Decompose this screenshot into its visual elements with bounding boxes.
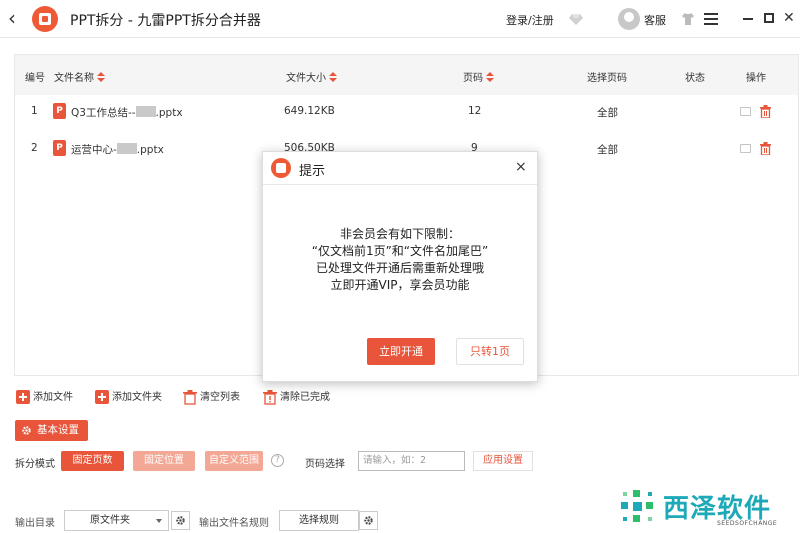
dialog-header: 提示 ×: [263, 152, 537, 185]
open-vip-button[interactable]: 立即开通: [367, 338, 435, 365]
service-avatar-icon[interactable]: [618, 8, 640, 30]
dialog-line: “仅文档前1页”和“文件名加尾巴”: [311, 244, 489, 258]
sort-icon[interactable]: [97, 72, 105, 82]
dialog-line: 立即开通VIP，享会员功能: [330, 278, 470, 292]
login-register-link[interactable]: 登录/注册: [506, 12, 554, 28]
maximize-icon[interactable]: [764, 13, 774, 23]
header-action: 操作: [746, 73, 766, 84]
add-folder-button[interactable]: 添加文件夹: [95, 388, 162, 406]
sort-icon[interactable]: [486, 72, 494, 82]
dialog-logo-icon: [271, 158, 291, 178]
dialog-line: 非会员会有如下限制：: [339, 227, 460, 241]
output-dir-label: 输出目录: [15, 518, 55, 529]
ppt-file-icon: P: [53, 103, 66, 119]
file-actions-bar: 添加文件 添加文件夹 清空列表 清除已完成: [16, 388, 416, 406]
watermark-dots-icon: [621, 490, 653, 522]
row-pages: 12: [468, 105, 482, 117]
back-arrow-icon[interactable]: ‹: [8, 8, 24, 28]
menu-icon[interactable]: [704, 13, 718, 25]
watermark-subtext: SEEDSOFCHANGE: [717, 520, 778, 527]
mode-fixed-pages-button[interactable]: 固定页数: [61, 451, 124, 471]
row-select-pages[interactable]: 全部: [597, 105, 618, 120]
table-header: 编号 文件名称 文件大小 页码 选择页码 状态 操作: [15, 55, 798, 95]
app-logo: [32, 6, 58, 32]
trash-icon: [183, 389, 197, 405]
delete-trash-icon[interactable]: [760, 105, 771, 118]
table-row[interactable]: 1 P Q3工作总结-- .pptx 649.12KB 12 全部: [15, 95, 798, 129]
app-title: PPT拆分 - 九雷PPT拆分合并器: [70, 13, 261, 29]
header-select-pages: 选择页码: [587, 73, 627, 84]
rule-settings-button[interactable]: [359, 511, 378, 530]
output-dir-select[interactable]: 原文件夹: [64, 510, 169, 531]
skin-shirt-icon[interactable]: [681, 12, 695, 26]
customer-service-link[interactable]: 客服: [644, 12, 666, 28]
row-size: 649.12KB: [284, 105, 335, 117]
mode-fixed-position-button[interactable]: 固定位置: [133, 451, 195, 471]
output-row: 输出目录 原文件夹 输出文件名规则 选择规则: [15, 510, 595, 532]
select-rule-button[interactable]: 选择规则: [279, 510, 359, 531]
row-index: 1: [31, 105, 38, 117]
basic-settings-button[interactable]: 基本设置: [15, 420, 88, 441]
add-folder-icon: [95, 390, 109, 404]
chevron-down-icon: [156, 519, 162, 523]
vip-diamond-icon[interactable]: [569, 12, 583, 26]
row-filename: Q3工作总结-- .pptx: [71, 106, 183, 119]
vip-limit-dialog: 提示 × 非会员会有如下限制： “仅文档前1页”和“文件名加尾巴” 已处理文件开…: [262, 151, 538, 382]
dialog-title: 提示: [299, 164, 326, 179]
row-filename: 运营中心- .pptx: [71, 143, 164, 156]
page-select-input[interactable]: 请输入，如：2: [358, 451, 465, 471]
dialog-line: 已处理文件开通后需重新处理哦: [315, 261, 484, 275]
header-index: 编号: [25, 73, 45, 84]
header-pages[interactable]: 页码: [463, 69, 494, 84]
window-close-icon[interactable]: ✕: [783, 11, 795, 25]
gear-icon: [22, 426, 31, 435]
minimize-icon[interactable]: [743, 18, 753, 20]
add-file-button[interactable]: 添加文件: [16, 388, 73, 406]
output-dir-settings-button[interactable]: [171, 511, 190, 530]
sort-icon[interactable]: [329, 72, 337, 82]
header-status: 状态: [685, 73, 705, 84]
page-select-label: 页码选择: [305, 459, 345, 470]
gear-icon: [176, 516, 185, 525]
header-name[interactable]: 文件名称: [54, 69, 105, 84]
apply-settings-button[interactable]: 应用设置: [473, 451, 533, 471]
filename-rule-label: 输出文件名规则: [199, 518, 269, 529]
row-index: 2: [31, 142, 38, 154]
clear-done-button[interactable]: 清除已完成: [263, 388, 330, 406]
trash-done-icon: [263, 389, 277, 405]
gear-icon: [364, 516, 373, 525]
help-icon[interactable]: ?: [271, 454, 284, 467]
add-file-icon: [16, 390, 30, 404]
open-folder-icon[interactable]: [740, 144, 751, 153]
watermark-logo: 西泽软件 SEEDSOFCHANGE: [600, 482, 800, 533]
split-mode-label: 拆分模式: [15, 459, 55, 470]
mode-custom-range-button[interactable]: 自定义范围: [205, 451, 263, 471]
convert-one-page-button[interactable]: 只转1页: [456, 338, 524, 365]
header-size[interactable]: 文件大小: [286, 69, 337, 84]
title-bar: ‹ PPT拆分 - 九雷PPT拆分合并器 登录/注册 客服 ✕: [0, 0, 800, 38]
row-select-pages[interactable]: 全部: [597, 142, 618, 157]
dialog-close-icon[interactable]: ×: [515, 159, 527, 175]
delete-trash-icon[interactable]: [760, 142, 771, 155]
open-folder-icon[interactable]: [740, 107, 751, 116]
dialog-message: 非会员会有如下限制： “仅文档前1页”和“文件名加尾巴” 已处理文件开通后需重新…: [263, 226, 537, 294]
ppt-file-icon: P: [53, 140, 66, 156]
clear-list-button[interactable]: 清空列表: [183, 388, 240, 406]
split-mode-row: 拆分模式 固定页数 固定位置 自定义范围 ? 页码选择 请输入，如：2 应用设置: [15, 451, 575, 473]
